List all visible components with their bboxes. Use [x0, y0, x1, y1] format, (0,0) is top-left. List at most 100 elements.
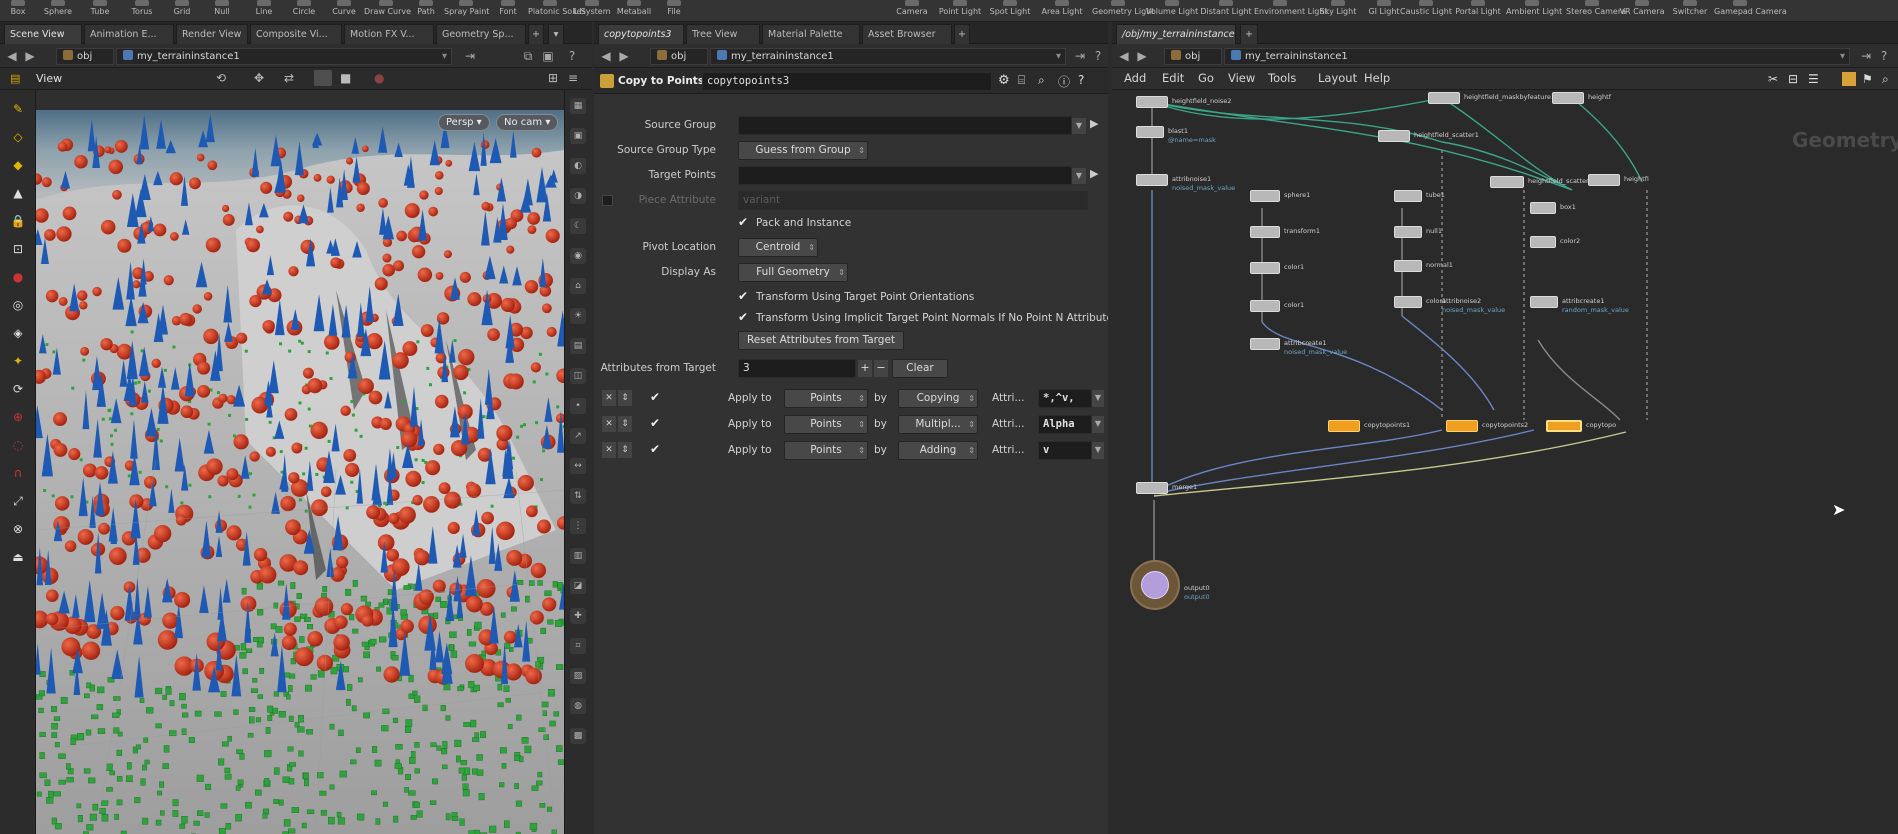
- shelf-tool[interactable]: Caustic Light: [1400, 0, 1452, 21]
- reorder-icon[interactable]: ⇕: [618, 390, 632, 406]
- tumble-icon[interactable]: ⟲: [216, 71, 226, 85]
- network-canvas[interactable]: Geometry heightfield_noise2 heightfield_m…: [1112, 90, 1898, 834]
- tab-1[interactable]: Tree View: [686, 24, 760, 44]
- shelf-tool[interactable]: Path: [404, 0, 448, 21]
- network-node[interactable]: [1250, 226, 1280, 238]
- source-group-type-menu[interactable]: Guess from Group ⇕: [738, 141, 868, 160]
- tab-1[interactable]: Animation E...: [84, 24, 174, 44]
- tool-icon[interactable]: ◇: [9, 128, 27, 146]
- back-icon[interactable]: ◀: [1116, 48, 1132, 64]
- remove-icon[interactable]: −: [874, 360, 888, 377]
- shelf-tool[interactable]: Switcher: [1664, 0, 1716, 21]
- display-option-icon[interactable]: ▥: [570, 548, 586, 564]
- path-node-crumb[interactable]: my_terraininstance1 ▾: [710, 48, 1066, 65]
- enable-checkbox[interactable]: ✔: [650, 416, 660, 430]
- reorder-icon[interactable]: ⇕: [618, 416, 632, 432]
- attrib-field[interactable]: *,^v,: [1038, 389, 1092, 408]
- display-icon[interactable]: ▣: [540, 48, 556, 64]
- piece-attribute-field[interactable]: variant: [738, 191, 1088, 210]
- tool-icon[interactable]: ✦: [9, 352, 27, 370]
- shelf-tool[interactable]: Font: [486, 0, 530, 21]
- list-icon[interactable]: ☰: [1808, 72, 1819, 86]
- display-option-icon[interactable]: ▣: [570, 128, 586, 144]
- select-arrow-icon[interactable]: ▶: [1090, 117, 1098, 130]
- tool-icon[interactable]: ◆: [9, 156, 27, 174]
- display-option-icon[interactable]: ⇅: [570, 488, 586, 504]
- pin-icon[interactable]: ⇥: [1858, 48, 1874, 64]
- tool-icon[interactable]: ∩: [9, 464, 27, 482]
- display-option-icon[interactable]: ▨: [570, 668, 586, 684]
- grid-icon[interactable]: [1842, 72, 1856, 86]
- network-node[interactable]: [1136, 482, 1168, 494]
- shelf-tool[interactable]: Gamepad Camera: [1714, 0, 1787, 21]
- target-points-field[interactable]: [738, 166, 1072, 185]
- shelf-tool[interactable]: Ambient Light: [1506, 0, 1562, 21]
- shelf-tool[interactable]: File: [652, 0, 696, 21]
- tool-icon[interactable]: ▲: [9, 184, 27, 202]
- network-node[interactable]: [1394, 296, 1422, 308]
- network-node[interactable]: [1588, 174, 1620, 186]
- enable-checkbox[interactable]: ✔: [650, 442, 660, 456]
- display-option-icon[interactable]: ☾: [570, 218, 586, 234]
- display-option-icon[interactable]: ⌂: [570, 278, 586, 294]
- tool-icon[interactable]: ⊗: [9, 520, 27, 538]
- chevron-down-icon[interactable]: ▼: [1072, 168, 1086, 184]
- network-node[interactable]: [1394, 190, 1422, 202]
- output-node[interactable]: [1141, 571, 1169, 599]
- flag-icon[interactable]: ⚑: [1862, 72, 1873, 86]
- display-option-icon[interactable]: ⋮: [570, 518, 586, 534]
- display-option-icon[interactable]: ▤: [570, 338, 586, 354]
- network-node[interactable]: [1394, 260, 1422, 272]
- tool-icon[interactable]: ⏏: [9, 548, 27, 566]
- shelf-tool[interactable]: Portal Light: [1452, 0, 1504, 21]
- enable-checkbox[interactable]: ✔: [650, 390, 660, 404]
- pan-icon[interactable]: ✥: [254, 71, 264, 85]
- shelf-tool[interactable]: Grid: [160, 0, 204, 21]
- path-node-crumb[interactable]: my_terraininstance1 ▾: [1224, 48, 1850, 65]
- method-menu[interactable]: Adding ⇕: [898, 441, 978, 460]
- shelf-tool[interactable]: Tube: [78, 0, 122, 21]
- back-icon[interactable]: ◀: [598, 48, 614, 64]
- display-option-icon[interactable]: ◫: [570, 368, 586, 384]
- help-icon[interactable]: ?: [1090, 48, 1106, 64]
- link-icon[interactable]: ⧉: [520, 48, 536, 64]
- network-node[interactable]: [1552, 92, 1584, 104]
- menu-layout[interactable]: Layout: [1318, 71, 1357, 85]
- tab-2[interactable]: Render View: [176, 24, 248, 44]
- box-icon[interactable]: ■: [340, 71, 351, 85]
- tab-5[interactable]: Geometry Sp...: [436, 24, 526, 44]
- info-icon[interactable]: ⓘ: [1058, 73, 1070, 90]
- shelf-tool[interactable]: Metaball: [612, 0, 656, 21]
- pivot-location-menu[interactable]: Centroid ⇕: [738, 238, 818, 257]
- viewport-options-icon[interactable]: ≡: [568, 71, 578, 85]
- shelf-tool[interactable]: Draw Curve: [364, 0, 411, 21]
- attrib-field[interactable]: v: [1038, 441, 1092, 460]
- network-node[interactable]: [1530, 296, 1558, 308]
- menu-tools[interactable]: Tools: [1268, 71, 1296, 85]
- path-root-crumb[interactable]: obj: [1164, 48, 1222, 65]
- attrib-field[interactable]: Alpha: [1038, 415, 1092, 434]
- display-option-icon[interactable]: ↔: [570, 458, 586, 474]
- snap-icon[interactable]: [314, 70, 332, 86]
- reset-attributes-button[interactable]: Reset Attributes from Target: [738, 331, 904, 350]
- network-node[interactable]: [1394, 226, 1422, 238]
- tab-0[interactable]: copytopoints3: [598, 24, 684, 44]
- shelf-tool[interactable]: Spray Paint: [444, 0, 489, 21]
- display-option-icon[interactable]: ◍: [570, 698, 586, 714]
- shelf-tool[interactable]: Area Light: [1036, 0, 1088, 21]
- shelf-tool[interactable]: Sky Light: [1312, 0, 1364, 21]
- network-node[interactable]: [1490, 176, 1524, 188]
- 3d-viewport[interactable]: Persp ▾ No cam ▾: [36, 110, 564, 834]
- reorder-icon[interactable]: ⇕: [618, 442, 632, 458]
- shelf-tool[interactable]: L-System: [570, 0, 614, 21]
- network-node[interactable]: [1530, 202, 1556, 214]
- path-node-crumb[interactable]: my_terraininstance1 ▾: [116, 48, 452, 65]
- display-option-icon[interactable]: ✚: [570, 608, 586, 624]
- shelf-tool[interactable]: Stereo Camera: [1566, 0, 1626, 21]
- network-node[interactable]: [1328, 420, 1360, 432]
- tool-icon[interactable]: ✎: [9, 100, 27, 118]
- shelf-tool[interactable]: Platonic Solids: [528, 0, 586, 21]
- pane-menu-icon[interactable]: ▾: [548, 24, 564, 44]
- add-icon[interactable]: +: [858, 360, 872, 377]
- tab-network[interactable]: /obj/my_terraininstance1: [1116, 24, 1236, 44]
